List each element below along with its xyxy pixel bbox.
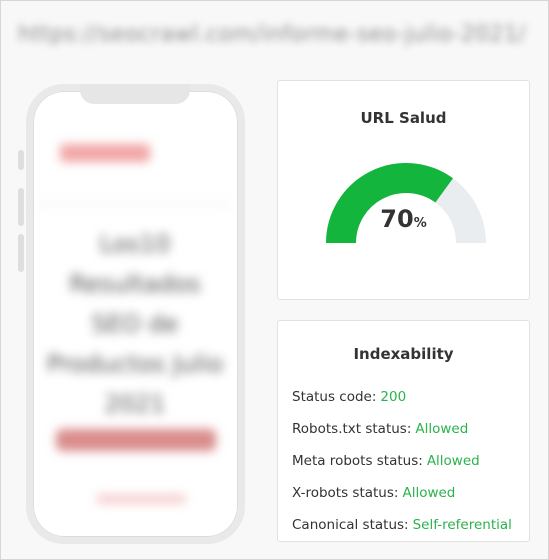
mobile-preview-screen: Los10 Resultados SEO de Productos Julio … — [36, 104, 234, 524]
health-score-unit: % — [413, 216, 427, 231]
page-url[interactable]: https://seocrawl.com/informe-seo-julio-2… — [18, 22, 528, 56]
preview-heading-line: SEO de — [91, 310, 179, 338]
meta-robots-row: Meta robots status: Allowed — [292, 453, 480, 469]
phone-side-button — [18, 150, 24, 170]
status-code-row: Status code: 200 — [292, 389, 406, 405]
url-health-card: URL Salud 70% — [277, 80, 530, 300]
canonical-label: Canonical status: — [292, 517, 409, 533]
phone-notch — [80, 84, 190, 104]
robots-txt-value: Allowed — [415, 421, 469, 437]
status-code-value: 200 — [380, 389, 407, 405]
preview-heading-line: Productos Julio — [46, 350, 224, 378]
x-robots-label: X-robots status: — [292, 485, 399, 501]
preview-link — [96, 494, 186, 504]
canonical-value: Self-referential — [412, 517, 512, 533]
indexability-card: Indexability Status code: 200 Robots.txt … — [277, 320, 530, 542]
preview-heading-line: 2021 — [104, 390, 166, 418]
status-code-label: Status code: — [292, 389, 377, 405]
phone-side-button — [18, 188, 24, 226]
health-score: 70% — [278, 205, 529, 233]
x-robots-row: X-robots status: Allowed — [292, 485, 455, 501]
phone-side-button — [18, 234, 24, 272]
robots-txt-row: Robots.txt status: Allowed — [292, 421, 468, 437]
preview-heading: Los10 Resultados SEO de Productos Julio … — [36, 224, 234, 424]
meta-robots-value: Allowed — [426, 453, 480, 469]
x-robots-value: Allowed — [402, 485, 456, 501]
canonical-row: Canonical status: Self-referential — [292, 517, 512, 533]
url-health-title: URL Salud — [360, 109, 447, 127]
preview-logo — [60, 144, 150, 162]
preview-heading-line: Los10 — [99, 230, 171, 258]
health-score-number: 70 — [380, 205, 414, 233]
preview-heading-line: Resultados — [69, 270, 201, 298]
preview-divider — [36, 204, 234, 206]
preview-cta-button — [56, 429, 216, 451]
indexability-title: Indexability — [353, 345, 454, 363]
robots-txt-label: Robots.txt status: — [292, 421, 412, 437]
meta-robots-label: Meta robots status: — [292, 453, 423, 469]
